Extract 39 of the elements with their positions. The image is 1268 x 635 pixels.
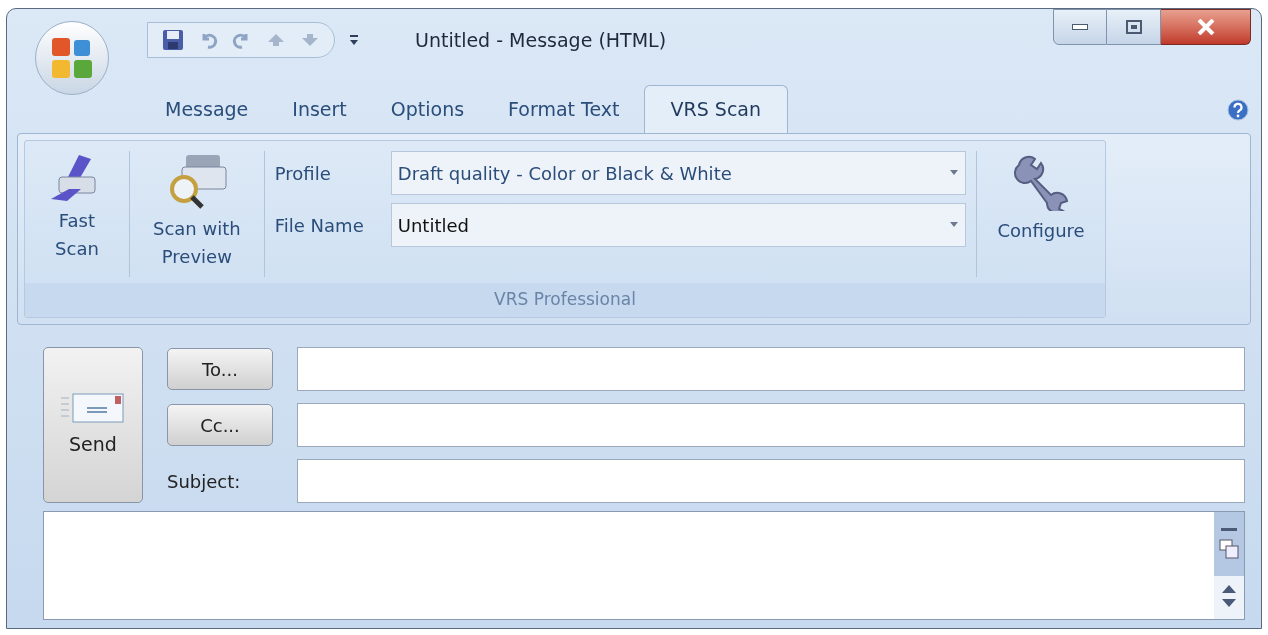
send-button[interactable]: Send xyxy=(43,347,143,503)
profile-dropdown[interactable]: Draft quality - Color or Black & White xyxy=(390,151,967,195)
envelope-icon xyxy=(61,391,125,424)
cc-button[interactable]: Cc... xyxy=(167,404,273,446)
scan-with-preview-button[interactable]: Scan with Preview xyxy=(129,151,264,283)
scroll-down-icon[interactable] xyxy=(1221,598,1237,608)
scroll-up-icon[interactable] xyxy=(1221,584,1237,594)
help-icon[interactable] xyxy=(1227,99,1249,121)
ribbon-tab[interactable]: VRS Scan xyxy=(643,85,788,133)
maximize-button[interactable] xyxy=(1107,9,1161,45)
file-name-dropdown[interactable]: Untitled xyxy=(390,203,967,247)
customize-toolbar-icon[interactable] xyxy=(349,34,359,46)
file-name-label: File Name xyxy=(274,213,365,238)
window-title: Untitled - Message (HTML) xyxy=(415,27,667,53)
maximize-icon xyxy=(1125,20,1142,34)
split-bar-icon[interactable] xyxy=(1221,528,1237,532)
close-icon xyxy=(1196,19,1215,35)
configure-button[interactable]: Configure xyxy=(977,151,1105,283)
close-button[interactable] xyxy=(1161,9,1251,45)
browse-object-icon[interactable] xyxy=(1218,538,1240,560)
to-button[interactable]: To... xyxy=(167,348,273,390)
ribbon-tab[interactable]: Format Text xyxy=(488,85,640,133)
minimize-button[interactable] xyxy=(1053,9,1107,45)
ribbon-tab[interactable]: Insert xyxy=(272,85,367,133)
dropdown-caret-icon[interactable] xyxy=(949,170,960,176)
subject-field[interactable] xyxy=(297,459,1245,503)
fast-scan-button[interactable]: Fast Scan xyxy=(25,151,129,283)
message-body[interactable] xyxy=(43,511,1245,620)
group-label: VRS Professional xyxy=(494,288,636,312)
save-icon[interactable] xyxy=(162,29,184,51)
ribbon-tab[interactable]: Message xyxy=(145,85,269,133)
minimize-icon xyxy=(1072,24,1088,30)
profile-label: Profile xyxy=(274,161,332,186)
subject-label: Subject: xyxy=(167,469,242,494)
to-field[interactable] xyxy=(297,347,1245,391)
dropdown-caret-icon[interactable] xyxy=(949,222,960,228)
cc-field[interactable] xyxy=(297,403,1245,447)
office-logo-icon xyxy=(50,36,94,80)
ribbon-tab[interactable]: Options xyxy=(370,85,485,133)
